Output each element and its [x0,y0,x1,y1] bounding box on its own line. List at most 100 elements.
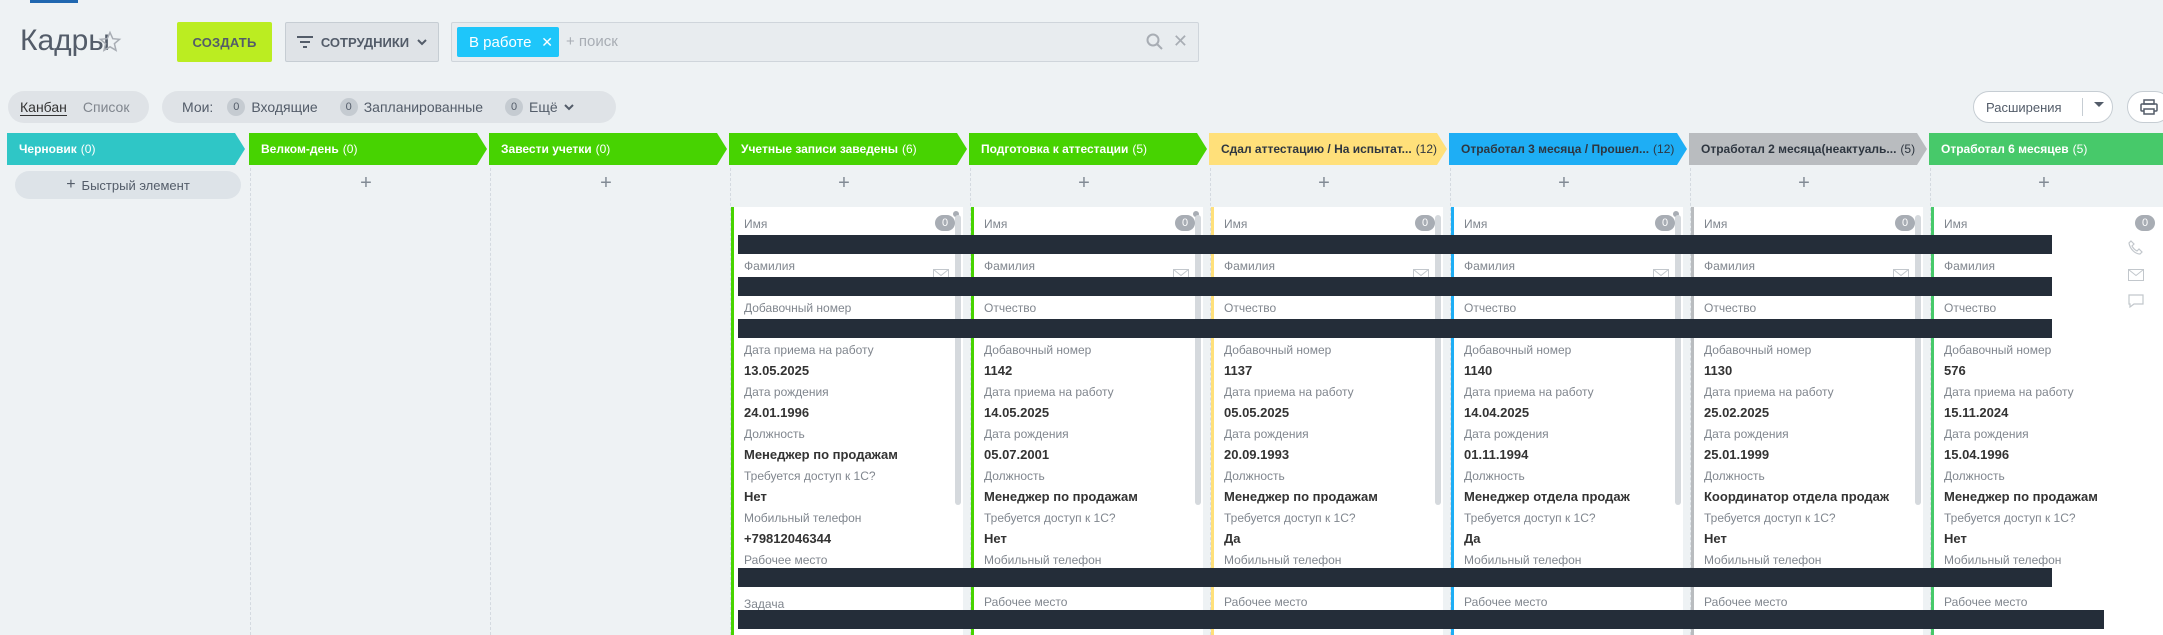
field-value: 25.02.2025 [1704,405,1770,420]
caret-down-icon[interactable] [2094,102,2104,107]
add-item-icon[interactable]: + [834,172,854,195]
add-item-icon[interactable]: + [596,172,616,195]
card-field: Требуется доступ к 1С? Да [1464,511,1596,546]
view-list[interactable]: Список [83,99,130,115]
counter-incoming[interactable]: 0 Входящие [227,98,318,116]
field-label: Отчество [1704,301,1757,315]
field-label: Рабочее место [1704,595,1788,609]
card-field: Дата рождения 25.01.1999 [1704,427,1789,462]
clear-search-icon[interactable]: ✕ [1173,31,1188,52]
field-label: Добавочный номер [1224,343,1332,357]
stage-count: (5) [2072,142,2088,156]
field-value: Нет [744,489,767,504]
filter-preset-button[interactable]: СОТРУДНИКИ [285,22,439,62]
filter-chip[interactable]: В работе ✕ [457,27,559,57]
stage-name: Завести учетки [501,142,592,156]
field-value: Менеджер по продажам [1224,489,1378,504]
field-label: Добавочный номер [1464,343,1572,357]
field-value: Нет [984,531,1007,546]
field-label: Добавочный номер [1944,343,2052,357]
card-counter-badge: 0 [1655,215,1675,231]
card-field: Должность Координатор отдела продаж [1704,469,1889,504]
search-filter-box[interactable]: В работе ✕ + поиск ✕ [451,22,1199,62]
create-button[interactable]: СОЗДАТЬ [177,22,272,62]
stage-header[interactable]: Отработал 2 месяца(неактуаль... (5) [1689,133,1927,165]
card-field: Дата приема на работу 14.04.2025 [1464,385,1594,420]
stage-count: (0) [342,142,358,156]
field-value: Менеджер отдела продаж [1464,489,1630,504]
print-button[interactable] [2127,91,2163,123]
card-field: Мобильный телефон +79812046344 [744,511,861,546]
field-label: Отчество [984,301,1037,315]
search-input[interactable]: + поиск [566,33,618,50]
add-item-icon[interactable]: + [1794,172,1814,195]
card-field: Должность Менеджер по продажам [1944,469,2098,504]
stage-count: (6) [901,142,917,156]
printer-icon [2140,99,2158,115]
card-scrollbar[interactable] [955,215,961,505]
extensions-button[interactable]: Расширения [1973,91,2113,123]
field-label: Рабочее место [984,595,1068,609]
counter-badge: 0 [505,98,523,116]
stage-header[interactable]: Подготовка к аттестации (5) [969,133,1207,165]
add-item-icon[interactable]: + [1314,172,1334,195]
counter-planned[interactable]: 0 Запланированные [339,98,483,116]
field-label: Должность [1704,469,1765,483]
field-label: Рабочее место [1944,595,2028,609]
phone-icon[interactable] [2128,240,2144,256]
counter-badge: 0 [227,98,246,116]
chat-icon[interactable] [2128,294,2144,309]
field-value: Менеджер по продажам [1944,489,2098,504]
card-field: Отчество [1704,301,1756,315]
field-label: Фамилия [984,259,1035,273]
card-field: Имя [744,217,767,231]
field-label: Имя [1944,217,1968,231]
stage-header[interactable]: Учетные записи заведены (6) [729,133,967,165]
search-icon[interactable] [1146,33,1164,51]
card-scrollbar[interactable] [1435,215,1441,505]
stage-header[interactable]: Черновик (0) [7,133,245,165]
chip-remove-icon[interactable]: ✕ [541,34,553,51]
card-field: Рабочее место [1464,595,1547,609]
card-field: Дата приема на работу 14.05.2025 [984,385,1114,420]
field-value: Да [1224,531,1241,546]
redaction-bar [738,319,2052,338]
stage-header[interactable]: Велком-день (0) [249,133,487,165]
add-item-icon[interactable]: + [2034,172,2054,195]
card-scrollbar[interactable] [1675,215,1681,505]
stage-header[interactable]: Отработал 6 месяцев (5) [1929,133,2163,165]
redaction-bar [738,568,2052,587]
stage-header[interactable]: Отработал 3 месяца / Прошел... (12) [1449,133,1687,165]
stage-count: (12) [1415,142,1438,156]
field-label: Мобильный телефон [1704,553,1822,567]
add-item-icon[interactable]: + [1074,172,1094,195]
field-value: 14.04.2025 [1464,405,1530,420]
card-field: Добавочный номер 1130 [1704,343,1811,378]
field-label: Мобильный телефон [1464,553,1582,567]
card-counter-badge: 0 [2135,215,2155,231]
view-kanban[interactable]: Канбан [20,99,67,116]
counter-more[interactable]: 0 Ещё [505,98,574,116]
quick-add-button[interactable]: + Быстрый элемент [15,171,241,199]
star-icon[interactable] [98,30,122,54]
page-title: Кадры [20,24,110,57]
card-field: Фамилия [1704,259,1755,273]
add-item-icon[interactable]: + [1554,172,1574,195]
top-strip [0,0,2163,4]
stage-name: Подготовка к аттестации [981,142,1129,156]
stage-name: Сдал аттестацию / На испытат... [1221,142,1412,156]
card-field: Мобильный телефон [1944,553,2061,567]
card-field: Мобильный телефон [1704,553,1821,567]
card-scrollbar[interactable] [1915,215,1921,505]
field-label: Отчество [1224,301,1277,315]
mail-icon[interactable] [2128,269,2144,281]
field-label: Должность [1224,469,1285,483]
stage-header[interactable]: Сдал аттестацию / На испытат... (12) [1209,133,1447,165]
field-value: 1130 [1704,363,1733,378]
stage-header[interactable]: Завести учетки (0) [489,133,727,165]
add-item-icon[interactable]: + [356,172,376,195]
stage-count: (0) [595,142,611,156]
field-label: Рабочее место [1464,595,1548,609]
field-value: 1137 [1224,363,1253,378]
card-scrollbar[interactable] [1195,215,1201,505]
